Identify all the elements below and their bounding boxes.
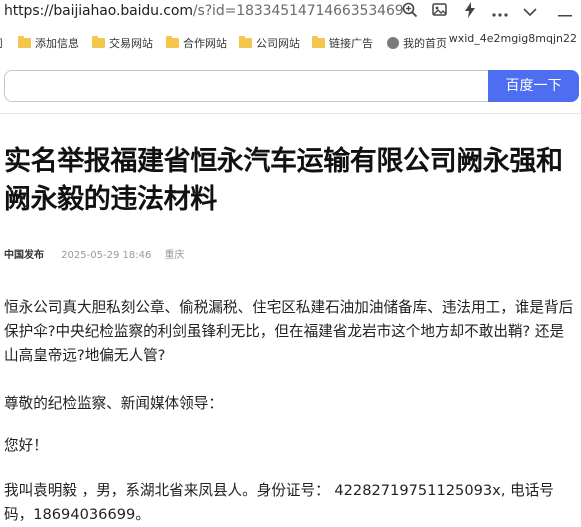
url-text[interactable]: https://baijiahao.baidu.com/s?id=1833451… bbox=[4, 3, 404, 19]
bookmark-label: 公司网站 bbox=[256, 37, 300, 50]
search-box: 百度一下 bbox=[4, 70, 579, 102]
globe-icon bbox=[387, 37, 399, 49]
folder-icon bbox=[92, 36, 105, 48]
article-paragraph: 我叫袁明毅 ，男，系湖北省来凤县人。身份证号： 4228271975112509… bbox=[4, 482, 554, 523]
search-input[interactable] bbox=[4, 70, 488, 102]
zoom-icon[interactable] bbox=[400, 2, 420, 22]
article-paragraph: 您好！ bbox=[4, 437, 48, 454]
minimize-icon[interactable] bbox=[555, 2, 575, 22]
bookmark-item[interactable]: 我的首页 bbox=[387, 34, 447, 52]
article-title: 实名举报福建省恒永汽车运输有限公司阙永强和阙永毅的违法材料 bbox=[4, 146, 563, 215]
article-paragraph: 尊敬的纪检监察、新闻媒体领导： bbox=[4, 395, 223, 412]
bookmark-label: 链接广告 bbox=[329, 37, 373, 50]
bookmark-label: 合作网站 bbox=[183, 37, 227, 50]
bookmark-item[interactable]: 交易网站 bbox=[92, 34, 153, 52]
article-time: 2025-05-29 18:46 bbox=[61, 250, 152, 261]
chevron-down-icon[interactable] bbox=[520, 2, 540, 22]
bookmark-item[interactable]: 公司网站 bbox=[239, 34, 300, 52]
bookmark-label: 司 bbox=[0, 35, 3, 51]
bookmark-item[interactable]: 合作网站 bbox=[166, 34, 227, 52]
folder-icon bbox=[312, 36, 325, 48]
profile-id: wxid_4e2mgig8mqjn22 bbox=[448, 32, 577, 45]
article-meta: 中国发布 2025-05-29 18:46 重庆 bbox=[4, 246, 185, 261]
divider bbox=[0, 113, 581, 114]
article-location: 重庆 bbox=[164, 250, 185, 261]
folder-icon bbox=[239, 36, 252, 48]
bookmark-label: 添加信息 bbox=[35, 37, 79, 50]
article-paragraph: 恒永公司真大胆私刻公章、偷税漏税、住宅区私建石油加油储备库、违法用工，谁是背后保… bbox=[4, 299, 574, 364]
folder-icon bbox=[166, 36, 179, 48]
image-search-icon[interactable] bbox=[430, 2, 450, 22]
article-source[interactable]: 中国发布 bbox=[4, 250, 44, 261]
address-bar[interactable]: https://baijiahao.baidu.com/s?id=1833451… bbox=[0, 0, 581, 24]
more-icon[interactable] bbox=[490, 2, 510, 22]
folder-icon bbox=[18, 36, 31, 48]
bookmark-label: 交易网站 bbox=[109, 37, 153, 50]
bookmark-item[interactable]: 添加信息 bbox=[18, 34, 79, 52]
search-button[interactable]: 百度一下 bbox=[488, 70, 579, 102]
bookmark-label: 我的首页 bbox=[403, 37, 447, 50]
url-path: /s?id=1833451471466353469 bbox=[192, 3, 404, 19]
url-host: https://baijiahao.baidu.com bbox=[4, 3, 193, 19]
bookmark-item[interactable]: 链接广告 bbox=[312, 34, 373, 52]
bookmark-item[interactable]: 司 bbox=[0, 34, 3, 52]
lightning-icon[interactable] bbox=[460, 2, 480, 22]
